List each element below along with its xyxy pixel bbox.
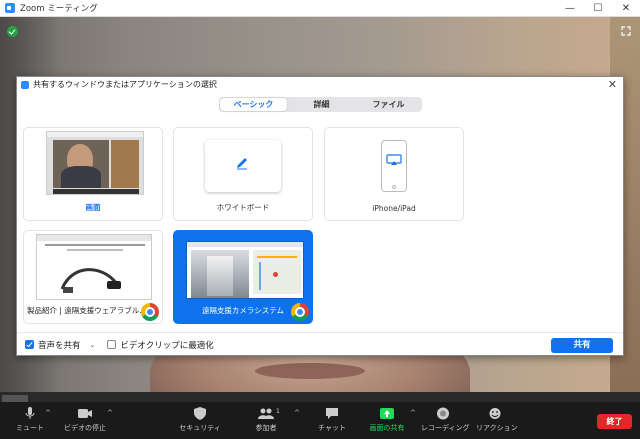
dialog-titlebar: 共有するウィンドウまたはアプリケーションの選択: [17, 77, 623, 92]
video-options-caret-icon[interactable]: ^: [107, 409, 113, 417]
airplay-icon: [386, 154, 402, 165]
source-window-product-page[interactable]: 製品紹介 | 遠隔支援ウェアラブル...: [23, 230, 163, 324]
tab-advanced[interactable]: 詳細: [288, 97, 355, 112]
share-screen-dialog: 共有するウィンドウまたはアプリケーションの選択 ✕ ベーシック 詳細 ファイル …: [16, 76, 624, 356]
share-tabs: ベーシック 詳細 ファイル: [219, 97, 422, 112]
window-thumbnail: [186, 241, 304, 299]
share-options-bar: 音声を共有 ⌄ ビデオクリップに最適化 共有: [17, 332, 623, 356]
participants-icon: [258, 408, 274, 419]
chrome-icon: [141, 303, 159, 321]
dialog-title: 共有するウィンドウまたはアプリケーションの選択: [33, 80, 217, 89]
chevron-down-icon[interactable]: ⌄: [90, 341, 96, 349]
end-meeting-button[interactable]: 終了: [597, 414, 632, 429]
share-audio-checkbox[interactable]: [25, 340, 34, 349]
chat-icon: [326, 408, 338, 419]
dialog-close-button[interactable]: ✕: [608, 78, 617, 91]
tab-files[interactable]: ファイル: [355, 97, 422, 112]
maximize-button[interactable]: ☐: [584, 0, 612, 17]
audio-options-caret-icon[interactable]: ^: [45, 409, 51, 417]
meeting-toolbar: ミュート ^ ビデオの停止 ^ セキュリティ 参加者 1 ^ チャット 画面の共…: [0, 402, 640, 439]
participant-count: 1: [276, 408, 280, 415]
phone-thumbnail: [381, 140, 407, 192]
source-label: 画面: [85, 203, 101, 212]
zoom-logo-icon: [21, 80, 29, 89]
source-window-camera-system[interactable]: 遠隔支援カメラシステム: [173, 230, 313, 324]
chat-button[interactable]: チャット: [316, 407, 348, 433]
reaction-button[interactable]: リアクション: [476, 407, 518, 433]
source-label: iPhone/iPad: [372, 204, 416, 213]
zoom-logo-icon: [5, 3, 15, 13]
microphone-icon: [25, 407, 35, 419]
encryption-shield-icon[interactable]: [7, 26, 18, 37]
mute-button[interactable]: ミュート: [12, 407, 48, 433]
fullscreen-icon[interactable]: [621, 26, 631, 36]
record-button[interactable]: レコーディング: [421, 407, 470, 433]
stop-video-button[interactable]: ビデオの停止: [62, 407, 108, 433]
shield-icon: [194, 407, 206, 420]
screen-thumbnail: [46, 131, 144, 195]
minimize-button[interactable]: —: [556, 0, 584, 17]
reaction-icon: [489, 408, 501, 419]
optimize-video-checkbox[interactable]: [107, 340, 117, 349]
participants-caret-icon[interactable]: ^: [294, 409, 300, 417]
tab-basic[interactable]: ベーシック: [220, 98, 287, 111]
window-controls: — ☐ ✕: [556, 0, 640, 17]
source-screen[interactable]: 画面: [23, 127, 163, 221]
optimize-video-label: ビデオクリップに最適化: [120, 340, 214, 351]
window-titlebar: Zoom ミーティング — ☐ ✕: [0, 0, 640, 17]
close-window-button[interactable]: ✕: [612, 0, 640, 17]
share-options-caret-icon[interactable]: ^: [410, 409, 416, 417]
share-audio-label: 音声を共有: [38, 340, 81, 351]
chrome-icon: [291, 303, 309, 321]
window-title: Zoom ミーティング: [20, 4, 98, 14]
video-camera-icon: [78, 409, 92, 418]
source-whiteboard[interactable]: ホワイトボード: [173, 127, 313, 221]
window-thumbnail: [36, 234, 152, 300]
source-label: ホワイトボード: [216, 203, 270, 212]
share-screen-icon: [380, 408, 394, 419]
share-button[interactable]: 共有: [551, 338, 613, 353]
pen-icon: [237, 158, 247, 170]
security-button[interactable]: セキュリティ: [178, 407, 222, 433]
source-iphone-ipad[interactable]: iPhone/iPad: [324, 127, 464, 221]
share-screen-button[interactable]: 画面の共有: [364, 407, 410, 433]
record-icon: [437, 407, 449, 420]
whiteboard-thumbnail: [205, 140, 281, 192]
participant-mouth: [255, 363, 365, 379]
